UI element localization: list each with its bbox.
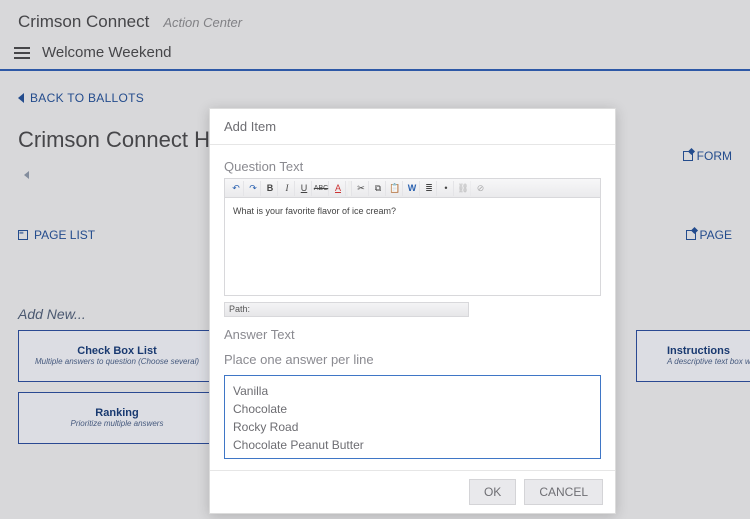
back-to-ballots-link[interactable]: BACK TO BALLOTS xyxy=(18,91,732,105)
unlink-icon[interactable]: ⊘ xyxy=(473,181,488,196)
app-name: Crimson Connect xyxy=(18,12,149,32)
tile-ranking[interactable]: Ranking Prioritize multiple answers xyxy=(18,392,216,444)
form-link-label: FORM xyxy=(697,149,732,163)
undo-icon[interactable]: ↶ xyxy=(229,181,244,196)
page-link-label: PAGE xyxy=(700,228,732,242)
question-text-input[interactable]: What is your favorite flavor of ice crea… xyxy=(225,198,600,295)
copy-icon[interactable]: ⧉ xyxy=(371,181,386,196)
org-bar: Welcome Weekend xyxy=(0,36,750,71)
paste-word-icon[interactable]: W xyxy=(405,181,420,196)
menu-icon[interactable] xyxy=(14,47,30,59)
strike-icon[interactable]: ABC xyxy=(314,181,329,196)
page-list-label: PAGE LIST xyxy=(34,228,95,242)
page-properties-link[interactable]: PAGE xyxy=(686,228,732,242)
ok-button[interactable]: OK xyxy=(469,479,516,505)
edit-icon xyxy=(686,230,696,240)
redo-icon[interactable]: ↷ xyxy=(246,181,261,196)
editor-toolbar: ↶ ↷ B I U ABC A ✂ ⧉ 📋 W ≣ • ⛓ ⊘ xyxy=(225,179,600,198)
answer-hint: Place one answer per line xyxy=(224,352,601,367)
fontcolor-icon[interactable]: A xyxy=(331,181,346,196)
list-icon xyxy=(18,230,28,240)
back-arrow-icon[interactable] xyxy=(24,171,29,179)
form-properties-link[interactable]: FORM xyxy=(683,149,732,163)
answer-text-input[interactable] xyxy=(224,375,601,459)
ordered-list-icon[interactable]: ≣ xyxy=(422,181,437,196)
tile-title: Ranking xyxy=(95,407,138,419)
underline-icon[interactable]: U xyxy=(297,181,312,196)
link-icon[interactable]: ⛓ xyxy=(456,181,471,196)
unordered-list-icon[interactable]: • xyxy=(439,181,454,196)
modal-footer: OK CANCEL xyxy=(210,470,615,513)
add-item-modal: Add Item Question Text ↶ ↷ B I U ABC A ✂… xyxy=(209,108,616,514)
question-text-label: Question Text xyxy=(224,159,601,174)
tile-instructions[interactable]: Instructions A descriptive text box with xyxy=(636,330,750,382)
paste-icon[interactable]: 📋 xyxy=(388,181,403,196)
cancel-button[interactable]: CANCEL xyxy=(524,479,603,505)
tile-title: Check Box List xyxy=(77,345,156,357)
arrow-left-icon xyxy=(18,93,24,103)
modal-title: Add Item xyxy=(210,109,615,145)
edit-icon xyxy=(683,151,693,161)
italic-icon[interactable]: I xyxy=(280,181,295,196)
tile-checkbox-list[interactable]: Check Box List Multiple answers to quest… xyxy=(18,330,216,382)
answer-text-label: Answer Text xyxy=(224,327,601,342)
tile-subtitle: A descriptive text box with xyxy=(667,357,750,367)
modal-body: Question Text ↶ ↷ B I U ABC A ✂ ⧉ 📋 W ≣ … xyxy=(210,145,615,470)
editor-path-bar: Path: xyxy=(224,302,469,317)
tile-subtitle: Multiple answers to question (Choose sev… xyxy=(35,357,199,367)
bold-icon[interactable]: B xyxy=(263,181,278,196)
cut-icon[interactable]: ✂ xyxy=(354,181,369,196)
rich-text-editor: ↶ ↷ B I U ABC A ✂ ⧉ 📋 W ≣ • ⛓ ⊘ What is … xyxy=(224,178,601,296)
app-header: Crimson Connect Action Center xyxy=(0,0,750,36)
page-list-link[interactable]: PAGE LIST xyxy=(18,228,95,242)
tile-title: Instructions xyxy=(667,345,730,357)
org-name[interactable]: Welcome Weekend xyxy=(42,44,172,61)
tile-subtitle: Prioritize multiple answers xyxy=(71,419,164,429)
app-subtitle: Action Center xyxy=(163,15,242,30)
back-link-label: BACK TO BALLOTS xyxy=(30,91,144,105)
separator xyxy=(348,181,352,196)
